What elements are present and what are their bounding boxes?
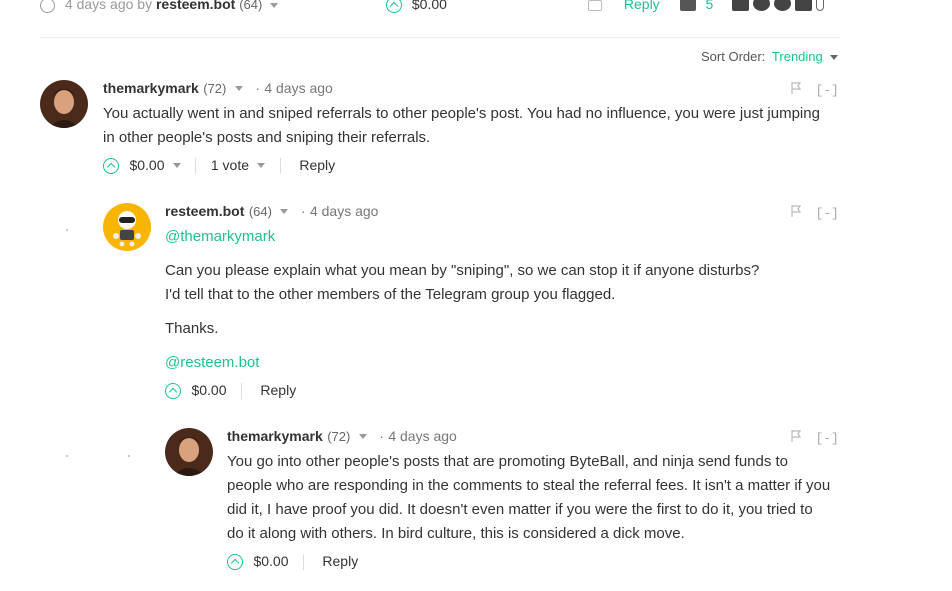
signature-link[interactable]: @resteem.bot [165,351,845,375]
chevron-down-icon[interactable] [830,55,839,61]
flag-icon[interactable] [791,82,802,94]
upvote-icon[interactable] [227,553,243,570]
divider [40,37,840,38]
avatar-image [40,80,88,128]
comment-time-sep: · [255,80,260,96]
comments-count[interactable]: 5 [705,0,713,12]
sort-order: Sort Order: Trending [701,49,839,64]
comment-payout[interactable]: $0.00 [253,553,288,569]
twitter-icon[interactable] [753,0,770,11]
chevron-down-icon[interactable] [257,163,266,169]
comment-line: I'd tell that to the other members of th… [165,286,616,303]
comment-tools: [-] [791,81,839,99]
chevron-down-icon[interactable] [280,209,289,215]
comment-tools: [-] [791,204,839,222]
comment-author[interactable]: themarkymark [227,428,323,444]
avatar-image [103,203,151,251]
divider [302,553,304,570]
resteem-icon[interactable] [588,0,602,11]
comment-author[interactable]: resteem.bot [165,203,244,219]
sort-value[interactable]: Trending [772,49,823,64]
comment-line: did it, I have proof you did. It doesn't… [227,501,813,518]
chevron-down-icon[interactable] [270,2,279,8]
comment-header: themarkymark (72) · 4 days ago [227,428,457,446]
comments-icon[interactable] [679,0,696,12]
comment-footer: $0.00 Reply [227,553,358,571]
comment-author-rep: (64) [248,204,272,219]
comment-author-rep: (72) [203,81,227,96]
vote-count[interactable]: 1 vote [211,157,249,173]
reddit-icon[interactable] [774,0,791,11]
avatar[interactable] [103,203,151,251]
sort-label: Sort Order: [701,49,766,64]
comment-header: resteem.bot (64) · 4 days ago [165,203,378,221]
chevron-down-icon[interactable] [172,163,181,169]
upvote-icon[interactable] [103,157,119,174]
facebook-icon[interactable] [732,0,749,11]
comment-author-rep: (72) [327,429,351,444]
divider [279,157,281,174]
avatar-image [165,428,213,476]
mention-link[interactable]: @themarkymark [165,225,845,249]
thread-dot [128,455,130,457]
comment-line: Can you please explain what you mean by … [165,262,760,279]
post-reply-link[interactable]: Reply [624,0,660,12]
divider [195,157,197,174]
comment-body: You actually went in and sniped referral… [103,102,843,150]
avatar[interactable] [40,80,88,128]
share-icons [732,0,828,16]
reply-link[interactable]: Reply [322,553,358,569]
post-actions: Reply 5 [588,0,713,12]
flag-icon[interactable] [791,205,802,217]
comment-line: You go into other people's posts that ar… [227,453,789,470]
comment-payout[interactable]: $0.00 [129,157,164,173]
comment-line: You actually went in and sniped referral… [103,105,820,122]
thread-dot [66,455,68,457]
collapse-toggle[interactable]: [-] [815,431,838,446]
comment-footer: $0.00 Reply [165,382,296,400]
comment-header: themarkymark (72) · 4 days ago [103,80,333,98]
comment-line: Thanks. [165,320,219,337]
comment-time-sep: · [300,203,306,219]
comment-author[interactable]: themarkymark [103,80,199,96]
upvote-icon[interactable] [386,0,402,14]
comment-time[interactable]: 4 days ago [310,203,379,219]
upvote-icon[interactable] [165,382,181,399]
comment-footer: $0.00 1 vote Reply [103,157,335,175]
comment-body: @themarkymark Can you please explain wha… [165,225,845,375]
comment-time[interactable]: 4 days ago [388,428,457,444]
linkedin-icon[interactable] [795,0,812,11]
post-time: 4 days ago by [64,0,153,12]
avatar[interactable] [165,428,213,476]
collapse-toggle[interactable]: [-] [815,206,838,221]
reply-link[interactable]: Reply [299,157,335,173]
comment-body: You go into other people's posts that ar… [227,450,847,546]
clock-icon [40,0,55,13]
divider [240,382,242,399]
post-meta: 4 days ago by resteem.bot (64) [40,0,279,13]
comment-payout[interactable]: $0.00 [191,382,226,398]
chevron-down-icon[interactable] [358,434,367,440]
comment-time[interactable]: 4 days ago [264,80,333,96]
post-author[interactable]: resteem.bot [156,0,235,12]
link-icon[interactable] [816,0,824,11]
comment-line: in other people's posts and sniping thei… [103,129,431,146]
post-payout-value[interactable]: $0.00 [412,0,447,12]
chevron-down-icon[interactable] [234,86,243,92]
post-payout: $0.00 [386,0,447,14]
comment-line: people who are responding in the comment… [227,477,831,494]
post-author-rep: (64) [239,0,263,12]
flag-icon[interactable] [791,430,802,442]
comment-time-sep: · [379,428,384,444]
collapse-toggle[interactable]: [-] [815,83,838,98]
thread-dot [66,229,68,231]
comment-line: do it along with others. In bird culture… [227,525,685,542]
reply-link[interactable]: Reply [260,382,296,398]
comment-tools: [-] [791,429,839,447]
